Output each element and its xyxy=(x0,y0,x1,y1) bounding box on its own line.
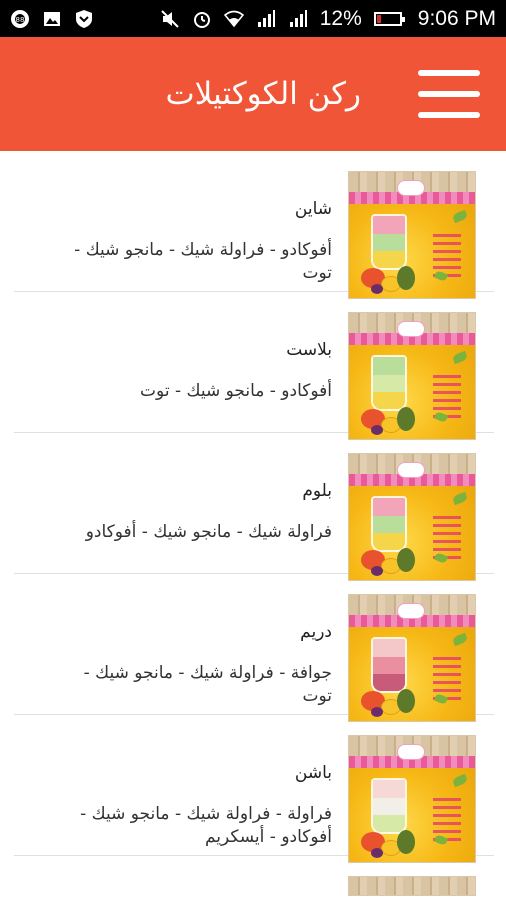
app-bar: ركن الكوكتيلات xyxy=(0,37,506,151)
alarm-icon xyxy=(192,9,212,29)
list-item[interactable]: بلاست أفوكادو - مانجو شيك - توت xyxy=(14,292,494,440)
item-description: فراولة شيك - مانجو شيك - أفوكادو xyxy=(85,522,332,542)
wifi-icon xyxy=(223,9,244,29)
list-item[interactable]: دريم جوافة - فراولة شيك - مانجو شيك - تو… xyxy=(14,574,494,722)
clock: 9:06 PM xyxy=(417,6,496,30)
status-left: 88 xyxy=(10,9,94,29)
signal-icon xyxy=(256,9,276,29)
image-icon xyxy=(42,9,62,29)
cocktail-thumbnail xyxy=(348,594,476,722)
logo xyxy=(397,321,425,337)
glass-image xyxy=(371,214,407,270)
status-bar: 88 12% 9:06 PM xyxy=(0,0,506,37)
item-description: فراولة - فراولة شيك - مانجو شيك - أفوكاد… xyxy=(80,804,332,847)
list-item[interactable]: باشن فراولة - فراولة شيك - مانجو شيك - أ… xyxy=(14,715,494,863)
list-item[interactable]: بلوم فراولة شيك - مانجو شيك - أفوكادو xyxy=(14,433,494,581)
list-item[interactable] xyxy=(14,856,494,896)
logo xyxy=(397,180,425,196)
item-name: بلاست xyxy=(286,340,332,360)
item-name: باشن xyxy=(294,763,332,783)
glass-image xyxy=(371,637,407,693)
svg-text:88: 88 xyxy=(16,16,25,24)
cocktail-thumbnail xyxy=(348,735,476,863)
item-description: جوافة - فراولة شيك - مانجو شيك - توت xyxy=(83,663,332,706)
mute-icon xyxy=(160,9,180,29)
hamburger-menu-icon[interactable] xyxy=(418,70,480,118)
logo xyxy=(397,462,425,478)
page-title: ركن الكوكتيلات xyxy=(165,76,361,112)
signal-icon xyxy=(288,9,308,29)
item-name: شاين xyxy=(294,199,332,219)
status-right: 12% 9:06 PM xyxy=(160,7,496,31)
cocktail-thumbnail xyxy=(348,876,476,896)
app-badge-icon: 88 xyxy=(10,9,30,29)
item-name: بلوم xyxy=(302,481,332,501)
shield-icon xyxy=(74,9,94,29)
item-description: أفوكادو - مانجو شيك - توت xyxy=(140,381,332,401)
item-description: أفوكادو - فراولة شيك - مانجو شيك - توت xyxy=(74,240,332,283)
cocktail-thumbnail xyxy=(348,171,476,299)
list-item[interactable]: شاين أفوكادو - فراولة شيك - مانجو شيك - … xyxy=(14,151,494,299)
logo xyxy=(397,603,425,619)
glass-image xyxy=(371,496,407,552)
cocktail-list: شاين أفوكادو - فراولة شيك - مانجو شيك - … xyxy=(14,151,494,896)
cocktail-thumbnail xyxy=(348,453,476,581)
cocktail-thumbnail xyxy=(348,312,476,440)
logo xyxy=(397,744,425,760)
glass-image xyxy=(371,778,407,834)
battery-icon xyxy=(373,11,405,26)
glass-image xyxy=(371,355,407,411)
battery-percent: 12% xyxy=(319,6,362,30)
item-name: دريم xyxy=(300,622,332,642)
